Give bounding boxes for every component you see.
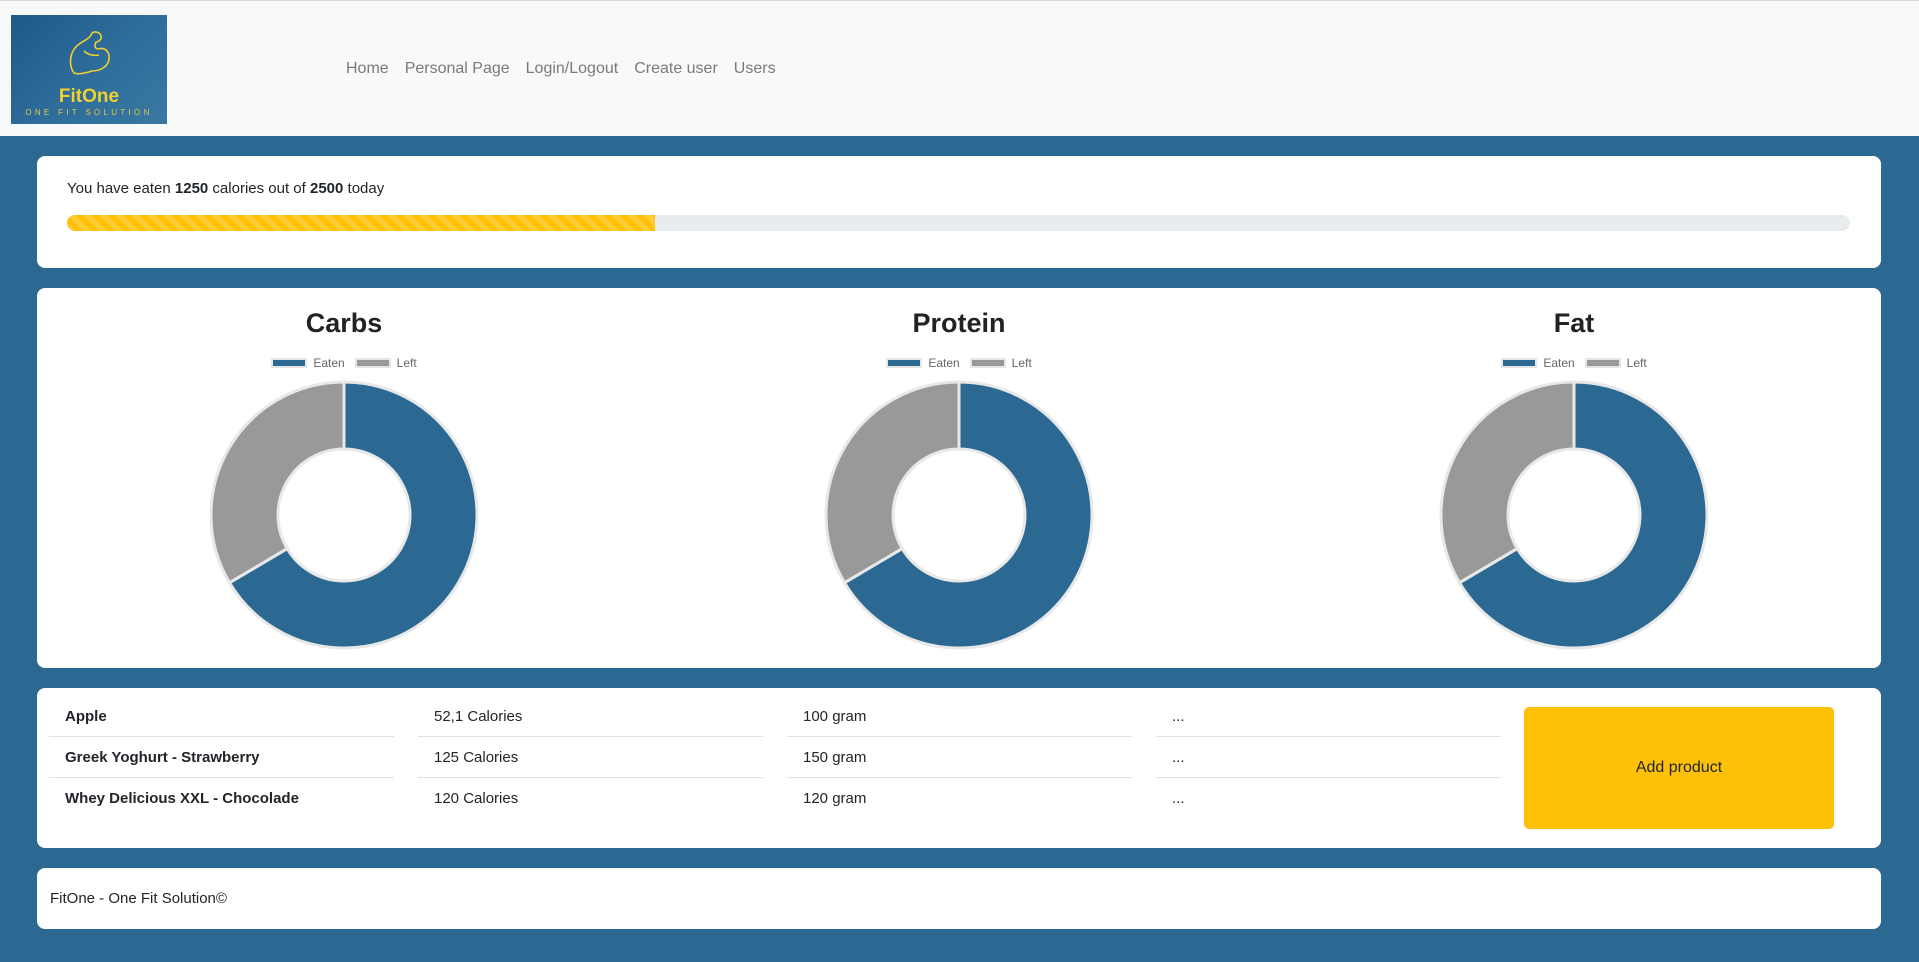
legend-swatch-eaten xyxy=(271,358,308,368)
legend-item-left[interactable]: Left xyxy=(1584,356,1647,370)
legend-item-eaten[interactable]: Eaten xyxy=(271,356,345,370)
legend-label: Left xyxy=(1011,356,1032,370)
summary-suffix: today xyxy=(343,180,385,197)
legend-label: Eaten xyxy=(1543,356,1575,370)
calorie-progress-card: You have eaten 1250 calories out of 2500… xyxy=(37,156,1881,268)
product-calories: 52,1 Calories xyxy=(418,696,763,737)
logo-title: FitOne xyxy=(58,86,120,107)
summary-prefix: You have eaten xyxy=(67,180,175,197)
legend-swatch-left xyxy=(969,358,1006,368)
legend-label: Eaten xyxy=(928,356,960,370)
slice-left[interactable] xyxy=(824,380,961,585)
legend-label: Eaten xyxy=(313,356,345,370)
nav-login-logout[interactable]: Login/Logout xyxy=(526,60,619,78)
product-name: Apple xyxy=(49,696,394,737)
chart-title: Protein xyxy=(912,308,1006,338)
nav-personal-page[interactable]: Personal Page xyxy=(405,60,510,78)
chart-legend: Eaten Left xyxy=(1267,356,1881,370)
logo[interactable]: FitOne ONE FIT SOLUTION xyxy=(11,15,167,124)
chart-title: Carbs xyxy=(305,308,383,338)
product-calories: 125 Calories xyxy=(418,737,763,778)
products-card: Apple 52,1 Calories 100 gram ... Greek Y… xyxy=(37,688,1881,848)
product-amount: 120 gram xyxy=(803,790,867,807)
macro-chart-fat: Fat Eaten Left xyxy=(1267,288,1881,668)
legend-label: Left xyxy=(396,356,417,370)
donut-chart xyxy=(209,380,479,650)
slice-left[interactable] xyxy=(1439,380,1576,585)
nav-home[interactable]: Home xyxy=(346,60,389,78)
legend-item-left[interactable]: Left xyxy=(354,356,417,370)
legend-swatch-left xyxy=(1584,358,1621,368)
macro-chart-carbs: Carbs Eaten Left xyxy=(37,288,651,668)
product-amount: 150 gram xyxy=(787,737,1132,778)
legend-swatch-eaten xyxy=(1501,358,1538,368)
nav-links: Home Personal Page Login/Logout Create u… xyxy=(346,60,776,78)
calorie-summary: You have eaten 1250 calories out of 2500… xyxy=(67,180,384,197)
summary-middle: calories out of xyxy=(208,180,310,197)
add-product-button[interactable]: Add product xyxy=(1524,707,1834,829)
macro-chart-protein: Protein Eaten Left xyxy=(652,288,1266,668)
product-calories: 120 Calories xyxy=(434,790,519,807)
product-name: Greek Yoghurt - Strawberry xyxy=(49,737,394,778)
calorie-progress-fill xyxy=(67,215,656,231)
footer-text: FitOne - One Fit Solution© xyxy=(50,890,227,907)
donut-chart xyxy=(824,380,1094,650)
footer: FitOne - One Fit Solution© xyxy=(37,868,1881,929)
legend-swatch-eaten xyxy=(886,358,923,368)
product-more[interactable]: ... xyxy=(1156,696,1501,737)
chart-legend: Eaten Left xyxy=(37,356,651,370)
logo-tagline: ONE FIT SOLUTION xyxy=(25,108,153,117)
macros-card: Carbs Eaten Left Protein Eaten Left Fat … xyxy=(37,288,1881,668)
legend-item-eaten[interactable]: Eaten xyxy=(886,356,960,370)
chart-title: Fat xyxy=(1553,308,1595,338)
navbar: FitOne ONE FIT SOLUTION Home Personal Pa… xyxy=(0,0,1919,136)
legend-label: Left xyxy=(1626,356,1647,370)
product-name: Whey Delicious XXL - Chocolade xyxy=(65,790,299,807)
donut-chart xyxy=(1439,380,1709,650)
legend-item-eaten[interactable]: Eaten xyxy=(1501,356,1575,370)
flexed-arm-icon xyxy=(69,31,110,75)
product-more[interactable]: ... xyxy=(1156,737,1501,778)
legend-swatch-left xyxy=(354,358,391,368)
slice-left[interactable] xyxy=(209,380,346,585)
calories-goal: 2500 xyxy=(309,180,344,197)
calorie-progress-bar xyxy=(67,215,1850,231)
legend-item-left[interactable]: Left xyxy=(969,356,1032,370)
product-more[interactable]: ... xyxy=(1156,778,1501,819)
chart-legend: Eaten Left xyxy=(652,356,1266,370)
nav-create-user[interactable]: Create user xyxy=(634,60,718,78)
product-amount: 100 gram xyxy=(787,696,1132,737)
calories-eaten: 1250 xyxy=(174,180,209,197)
nav-users[interactable]: Users xyxy=(734,60,776,78)
